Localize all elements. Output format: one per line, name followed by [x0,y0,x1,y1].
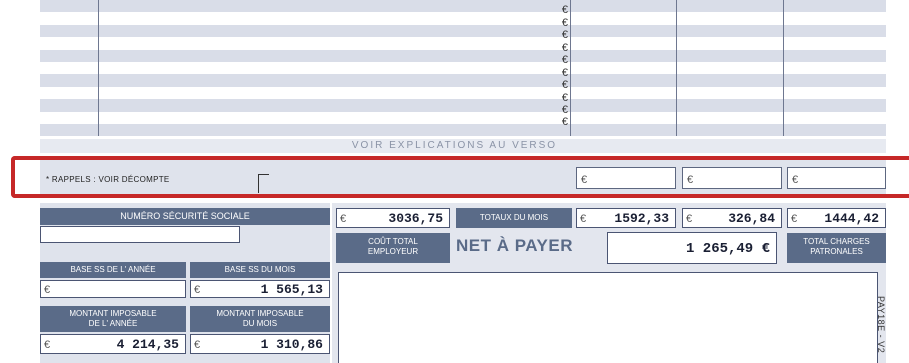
base-ss-mois-field: € 1 565,13 [190,280,330,298]
column-divider [98,0,99,136]
euro-symbol: € [561,67,568,79]
totaux-field-2: € 326,84 [682,208,782,228]
table-row [40,111,886,124]
header-line: TOTAL CHARGES [803,237,870,246]
euro-symbol: € [44,339,51,351]
euro-symbol: € [340,213,347,225]
header-line: PATRONALES [810,247,863,256]
verso-note: VOIR EXPLICATIONS AU VERSO [351,140,558,151]
form-code: PAY18E - V2 [876,296,886,354]
base-ss-mois-header: BASE SS DU MOIS [190,262,330,278]
euro-symbol: € [561,92,568,104]
table-row [40,0,886,13]
column-divider [570,0,571,136]
montant-imposable-annee-value: 4 214,35 [116,337,179,352]
montant-imposable-annee-field: € 4 214,35 [40,334,186,354]
header-line: MONTANT IMPOSABLE [69,309,157,318]
euro-symbol: € [561,116,568,128]
euro-symbol: € [561,79,568,91]
earnings-table: € € € € € € € € € € [40,0,886,137]
table-row [40,24,886,38]
totaux-field-1: € 1592,33 [576,208,676,228]
euro-symbol: € [561,29,568,41]
column-divider [676,0,677,136]
euro-symbol: € [686,213,693,225]
table-row [40,74,886,87]
totaux-header: TOTAUX DU MOIS [456,208,572,228]
header-line: MONTANT IMPOSABLE [216,309,304,318]
totaux-value-3: 1444,42 [824,211,879,226]
notes-box [338,272,878,363]
euro-symbol: € [194,339,201,351]
cout-total-value: 3036,75 [388,211,443,226]
highlight-frame [11,156,909,198]
table-row [40,62,886,75]
header-line: EMPLOYEUR [367,247,419,256]
table-row [40,99,886,112]
net-a-payer-field: 1 265,49 € [607,232,777,264]
totaux-field-3: € 1444,42 [787,208,886,228]
montant-imposable-annee-header: MONTANT IMPOSABLE DE L' ANNÉE [40,306,186,332]
montant-imposable-mois-field: € 1 310,86 [190,334,330,354]
numero-ss-field [40,226,240,243]
base-ss-annee-field: € [40,280,186,298]
numero-ss-header: NUMÉRO SÉCURITÉ SOCIALE [40,208,330,225]
table-row [40,49,886,62]
header-line: DU MOIS [242,319,278,328]
net-a-payer-value: 1 265,49 € [685,241,770,257]
table-row [40,124,886,137]
base-ss-annee-header: BASE SS DE L' ANNÉE [40,262,186,278]
header-line: DE L' ANNÉE [88,319,138,328]
column-divider [783,0,784,136]
euro-symbol: € [44,284,51,296]
header-line: COÛT TOTAL [368,237,418,246]
euro-symbol: € [561,54,568,66]
charges-patronales-header: TOTAL CHARGES PATRONALES [787,233,886,263]
euro-symbol: € [561,104,568,116]
cout-total-field: € 3036,75 [336,208,450,228]
montant-imposable-mois-value: 1 310,86 [260,337,323,352]
net-a-payer-label: NET À PAYER [456,236,573,255]
base-ss-mois-value: 1 565,13 [260,282,323,297]
totaux-value-1: 1592,33 [614,211,669,226]
euro-symbol: € [561,42,568,54]
montant-imposable-mois-header: MONTANT IMPOSABLE DU MOIS [190,306,330,332]
table-row [40,12,886,25]
euro-symbol: € [580,213,587,225]
totaux-value-2: 326,84 [728,211,775,226]
table-row [40,86,886,100]
euro-symbol: € [561,17,568,29]
table-row [40,37,886,50]
cout-total-header: COÛT TOTAL EMPLOYEUR [336,233,450,263]
euro-symbol: € [194,284,201,296]
euro-symbol: € [791,213,798,225]
euro-symbol: € [561,4,568,16]
